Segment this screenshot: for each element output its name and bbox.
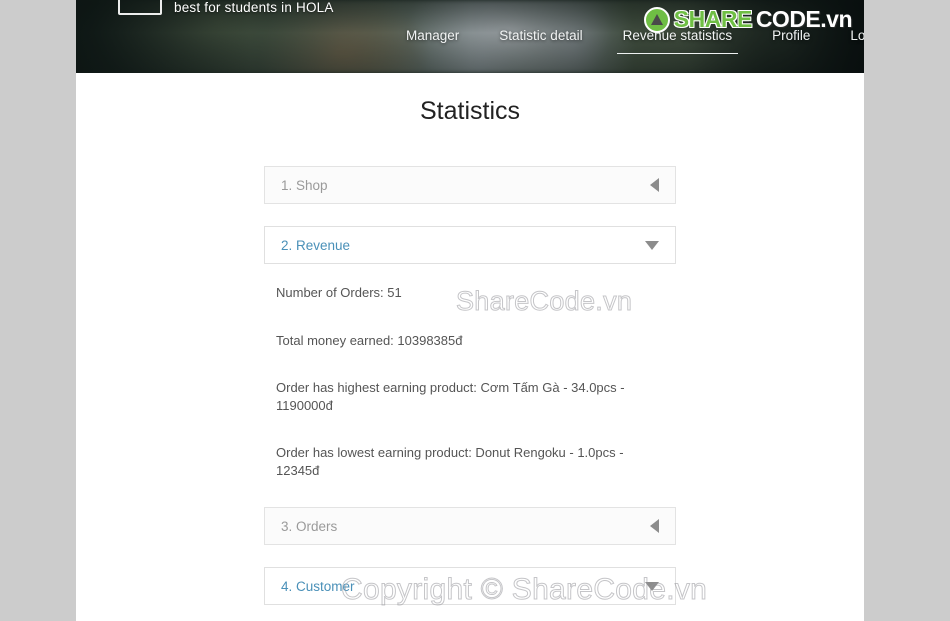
statistics-accordion: 1. Shop 2. Revenue Number of Orders: 51 … [264,126,676,621]
accordion-spacer [264,545,676,567]
accordion-header-orders[interactable]: 3. Orders [264,507,676,546]
accordion-header-shop[interactable]: 1. Shop [264,166,676,204]
page-title: Statistics [419,97,521,125]
main-content: Statistics 1. Shop 2. Revenue Number of … [76,97,864,621]
revenue-number-of-orders: Number of Orders: 51 [276,285,402,300]
revenue-highest-earning-product: Order has highest earning product: Cơm T… [276,380,625,413]
nav-item-manager[interactable]: Manager [386,28,479,54]
revenue-total-money-earned: Total money earned: 10398385đ [276,332,463,348]
accordion-spacer [264,485,676,507]
accordion-label-shop: 1. Shop [281,177,328,193]
brand-logo[interactable]: best for students in HOLA [118,0,334,15]
triangle-left-icon [650,519,659,534]
sharecode-watermark-logo: SHARE CODE.vn [643,6,853,33]
accordion-header-customer[interactable]: 4. Customer [264,567,676,606]
triangle-left-icon [650,178,659,192]
triangle-down-icon [645,240,659,250]
page-container: best for students in HOLA Manager Statis… [76,0,864,621]
accordion-label-orders: 3. Orders [281,518,338,534]
nav-item-statistic-detail[interactable]: Statistic detail [479,28,602,54]
revenue-lowest-earning-product: Order has lowest earning product: Donut … [276,445,624,478]
sharecode-badge-icon [643,6,670,33]
brand-tagline: best for students in HOLA [174,0,334,15]
accordion-label-revenue: 2. Revenue [281,237,351,253]
accordion-panel-customer: Customers who buy the most: Morra with 4… [264,605,676,621]
triangle-down-icon [645,581,659,591]
sharecode-code-text: CODE.vn [755,6,853,32]
sharecode-share-text: SHARE [673,6,753,32]
accordion-panel-revenue: Number of Orders: 51 Total money earned:… [264,264,676,485]
accordion-header-revenue[interactable]: 2. Revenue [264,226,676,264]
accordion-label-customer: 4. Customer [281,578,355,594]
logo-mark-icon [118,0,162,15]
accordion-spacer [264,204,676,226]
site-header: best for students in HOLA Manager Statis… [76,0,864,73]
